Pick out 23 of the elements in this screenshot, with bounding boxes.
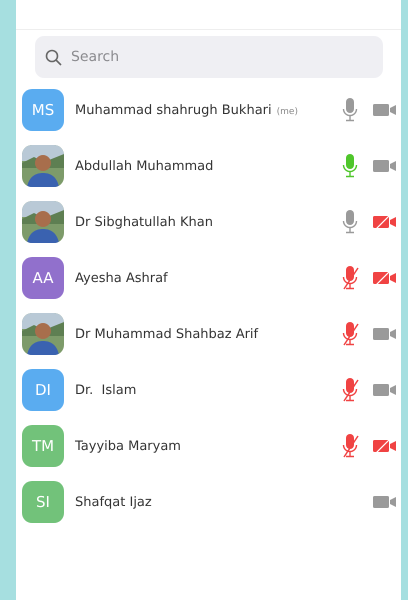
muted-microphone-icon[interactable] bbox=[340, 321, 360, 347]
me-tag: (me) bbox=[276, 106, 298, 116]
participant-name: Dr Sibghatullah Khan bbox=[75, 214, 213, 230]
avatar: MS bbox=[22, 89, 64, 131]
avatar: AA bbox=[22, 257, 64, 299]
participant-name: Tayyiba Maryam bbox=[75, 438, 181, 454]
search-icon bbox=[45, 49, 62, 66]
search-field[interactable]: Search bbox=[35, 36, 383, 78]
microphone-icon[interactable] bbox=[340, 209, 360, 235]
muted-microphone-icon[interactable] bbox=[340, 377, 360, 403]
participant-name: Ayesha Ashraf bbox=[75, 270, 168, 286]
participant-name: Shafqat Ijaz bbox=[75, 494, 152, 510]
participant-name: Dr. Islam bbox=[75, 382, 136, 398]
avatar: TM bbox=[22, 425, 64, 467]
participant-name: Muhammad shahrugh Bukhari bbox=[75, 102, 272, 118]
muted-microphone-icon[interactable] bbox=[340, 433, 360, 459]
avatar: DI bbox=[22, 369, 64, 411]
participant-name: Dr Muhammad Shahbaz Arif bbox=[75, 326, 258, 342]
participant-name: Abdullah Muhammad bbox=[75, 158, 214, 174]
avatar: SI bbox=[22, 481, 64, 523]
muted-microphone-icon[interactable] bbox=[340, 265, 360, 291]
microphone-icon[interactable] bbox=[340, 97, 360, 123]
microphone-icon[interactable] bbox=[340, 153, 360, 179]
